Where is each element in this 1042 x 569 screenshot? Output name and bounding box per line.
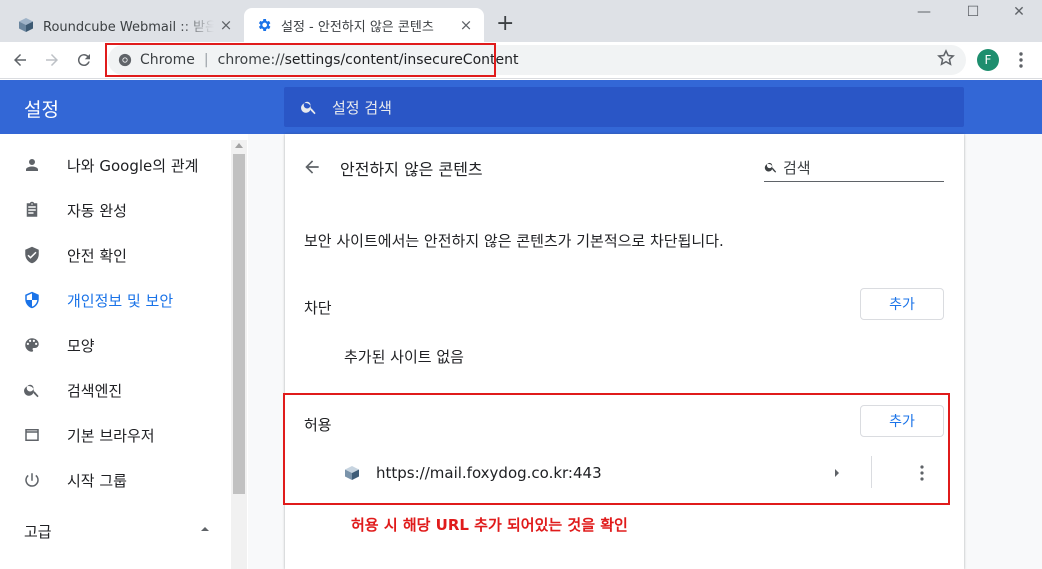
block-add-button[interactable]: 추가: [860, 288, 944, 320]
roundcube-site-icon: [345, 466, 359, 480]
maximize-button[interactable]: ☐: [950, 4, 996, 26]
page-description: 보안 사이트에서는 안전하지 않은 콘텐츠가 기본적으로 차단됩니다.: [304, 232, 724, 250]
sidebar-item-on-startup[interactable]: 시작 그룹: [0, 460, 230, 500]
tab-strip: Roundcube Webmail :: 받은 편지함 × 설정 - 안전하지 …: [0, 0, 1042, 42]
person-icon: [22, 155, 42, 175]
clipboard-icon: [22, 200, 42, 220]
sidebar-scrollbar[interactable]: [231, 140, 247, 569]
sidebar-item-default-browser[interactable]: 기본 브라우저: [0, 415, 230, 455]
page-title: 안전하지 않은 콘텐츠: [340, 160, 483, 179]
annotation-text: 허용 시 해당 URL 추가 되어있는 것을 확인: [351, 516, 628, 534]
scrollbar-thumb[interactable]: [233, 154, 245, 494]
power-icon: [22, 470, 42, 490]
address-bar[interactable]: Chrome | chrome://settings/content/insec…: [108, 45, 966, 75]
more-vert-icon: [1019, 52, 1023, 68]
url-text: chrome://settings/content/insecureConten…: [218, 52, 519, 68]
close-icon[interactable]: ×: [454, 16, 478, 34]
page-search-placeholder: 검색: [783, 158, 811, 177]
sidebar-item-label: 나와 Google의 관계: [67, 156, 199, 175]
tab-settings[interactable]: 설정 - 안전하지 않은 콘텐츠 ×: [244, 8, 484, 42]
browser-icon: [22, 425, 42, 445]
tab-title: Roundcube Webmail :: 받은 편지함: [43, 19, 214, 35]
sidebar-item-label: 기본 브라우저: [67, 426, 155, 445]
star-icon: [937, 49, 955, 66]
sidebar-advanced[interactable]: 고급: [24, 521, 52, 542]
scheme-label: Chrome: [140, 52, 195, 68]
reload-button[interactable]: [72, 48, 96, 72]
window-close-button[interactable]: ✕: [996, 4, 1042, 26]
settings-header: 설정 설정 검색: [0, 80, 1042, 134]
scroll-up-arrow-icon[interactable]: [235, 143, 243, 148]
reload-icon: [77, 54, 90, 67]
minimize-button[interactable]: —: [901, 4, 947, 26]
caret-up-icon: [201, 527, 209, 531]
sidebar-item-label: 검색엔진: [67, 381, 123, 400]
sidebar-item-autofill[interactable]: 자동 완성: [0, 190, 230, 230]
url-path: settings/content/insecureContent: [284, 52, 519, 68]
chrome-icon: [118, 53, 132, 67]
shield-icon: [22, 290, 42, 310]
sidebar-item-privacy-security[interactable]: 개인정보 및 보안: [0, 280, 230, 320]
allow-section-label: 허용: [304, 416, 332, 434]
sidebar-item-search-engine[interactable]: 검색엔진: [0, 370, 230, 410]
gear-icon: [258, 19, 271, 31]
url-separator: |: [203, 52, 209, 68]
roundcube-favicon-icon: [19, 18, 33, 32]
sidebar-item-appearance[interactable]: 모양: [0, 325, 230, 365]
allow-add-button[interactable]: 추가: [860, 405, 944, 437]
shield-check-icon: [22, 245, 42, 265]
settings-search-input[interactable]: 설정 검색: [284, 87, 964, 127]
search-icon: [301, 101, 316, 115]
settings-title: 설정: [24, 99, 59, 121]
chrome-menu-button[interactable]: [1012, 50, 1030, 74]
settings-search-placeholder: 설정 검색: [332, 98, 392, 117]
site-more-actions-button[interactable]: [914, 464, 930, 486]
sidebar-item-label: 개인정보 및 보안: [67, 291, 174, 310]
palette-icon: [22, 335, 42, 355]
search-icon: [764, 162, 777, 173]
block-section-label: 차단: [304, 299, 332, 317]
url-prefix: chrome://: [217, 52, 285, 68]
forward-button[interactable]: [40, 48, 64, 72]
arrow-left-icon: [305, 160, 319, 174]
close-icon[interactable]: ×: [214, 16, 238, 34]
toolbar: Chrome | chrome://settings/content/insec…: [0, 42, 1042, 79]
settings-sidebar: 나와 Google의 관계 자동 완성 안전 확인 개인정보 및 보안 모양 검…: [0, 134, 248, 569]
allowed-site-url[interactable]: https://mail.foxydog.co.kr:443: [376, 464, 602, 482]
sidebar-item-label: 안전 확인: [67, 246, 127, 265]
bookmark-star-button[interactable]: [936, 48, 956, 72]
more-vert-icon: [920, 465, 924, 481]
tab-title: 설정 - 안전하지 않은 콘텐츠: [281, 19, 434, 35]
site-details-arrow-icon[interactable]: [833, 467, 841, 479]
arrow-right-icon: [46, 54, 58, 66]
new-tab-button[interactable]: +: [496, 11, 514, 37]
back-button[interactable]: [8, 48, 32, 72]
tab-roundcube[interactable]: Roundcube Webmail :: 받은 편지함 ×: [8, 8, 244, 42]
sidebar-item-label: 시작 그룹: [67, 471, 127, 490]
row-divider: [871, 456, 872, 488]
sidebar-item-safety-check[interactable]: 안전 확인: [0, 235, 230, 275]
arrow-left-icon: [14, 54, 26, 66]
sidebar-item-label: 자동 완성: [67, 201, 127, 220]
sidebar-item-label: 모양: [67, 336, 95, 355]
block-empty-text: 추가된 사이트 없음: [344, 348, 464, 366]
page-search-input[interactable]: 검색: [764, 153, 944, 182]
sidebar-item-you-and-google[interactable]: 나와 Google의 관계: [0, 145, 230, 185]
search-icon: [22, 380, 42, 400]
back-arrow-button[interactable]: [302, 157, 322, 181]
profile-avatar[interactable]: F: [977, 49, 999, 71]
